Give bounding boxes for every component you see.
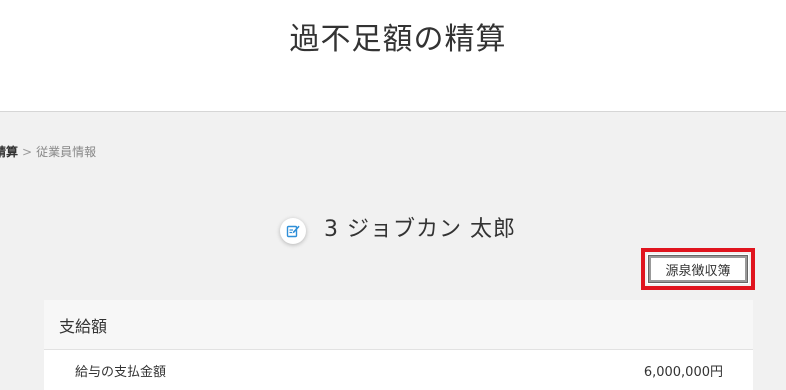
employee-name: 3 ジョブカン 太郎	[324, 217, 516, 242]
page-title: 過不足額の精算	[289, 22, 507, 57]
breadcrumb-separator: >	[22, 145, 33, 159]
row-label: 給与の支払金額	[75, 364, 167, 380]
breadcrumb-employee-info: 従業員情報	[36, 145, 97, 159]
payment-section-title: 支給額	[44, 300, 753, 350]
breadcrumb-current[interactable]: 精算	[0, 145, 18, 159]
payment-panel: 支給額 給与の支払金額 6,000,000円	[44, 300, 753, 390]
employee-header: 3 ジョブカン 太郎	[0, 210, 786, 250]
breadcrumb: 精算 > 従業員情報	[0, 143, 96, 161]
withholding-ledger-button[interactable]: 源泉徴収簿	[647, 254, 749, 284]
table-row: 給与の支払金額 6,000,000円	[44, 350, 753, 390]
edit-pencil-icon[interactable]	[280, 218, 306, 244]
page-header: 過不足額の精算	[0, 0, 786, 112]
row-value: 6,000,000円	[643, 364, 723, 380]
